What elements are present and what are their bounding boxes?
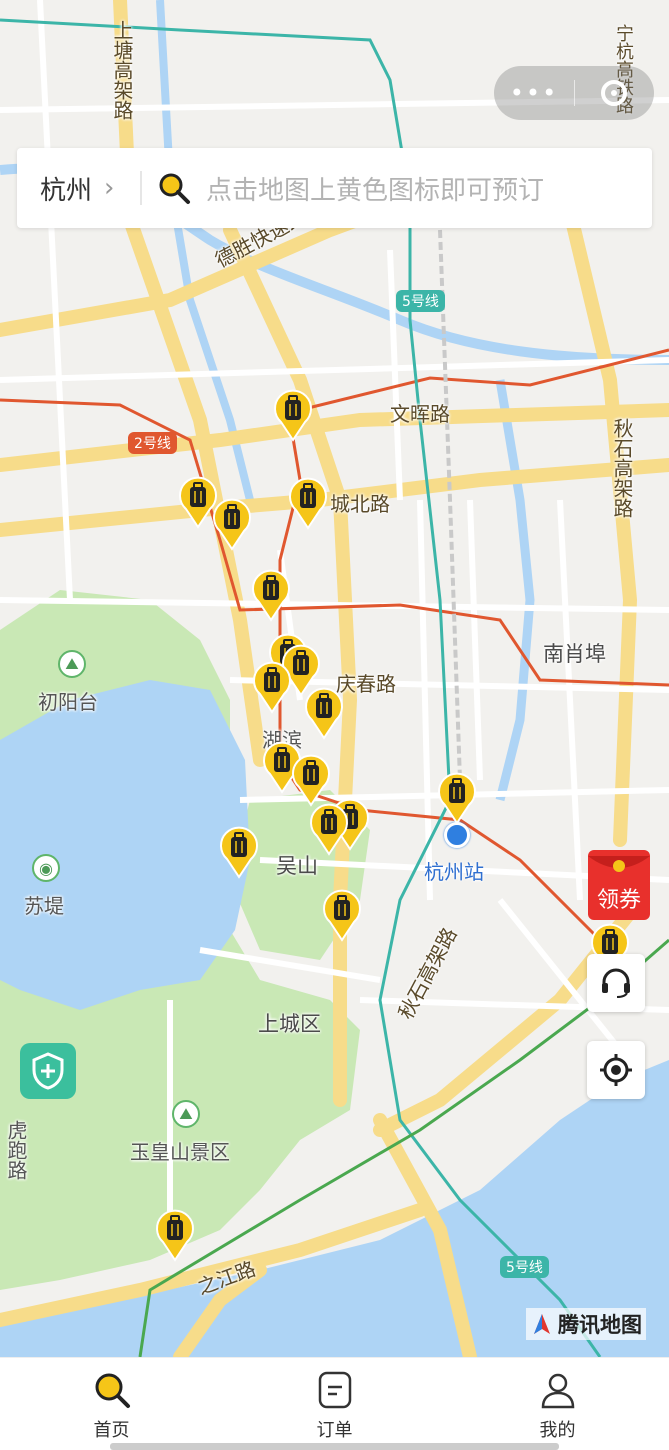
user-icon [538,1370,578,1410]
locate-button[interactable] [587,1041,645,1099]
scenic-spot-icon: ⛰ [58,650,86,678]
capsule-divider [574,80,575,106]
bottom-tab-bar: 首页 订单 我的 [0,1357,669,1450]
place-label: 玉皇山景区 [130,1140,230,1164]
safety-shield-button[interactable] [20,1043,76,1099]
home-indicator [110,1443,559,1450]
luggage-pin-icon[interactable] [309,802,349,856]
compass-logo-icon [534,1314,550,1334]
luggage-pin-icon[interactable] [273,388,313,442]
tab-orders[interactable]: 订单 [223,1358,446,1450]
luggage-pin-icon[interactable] [288,476,328,530]
tab-profile[interactable]: 我的 [446,1358,669,1450]
city-selector[interactable]: 杭州 [40,170,92,207]
road-label: 文晖路 [390,402,450,426]
coupon-label: 领券 [596,888,641,913]
luggage-pin-icon[interactable] [219,825,259,879]
search-icon [92,1370,132,1410]
place-label: 杭州站 [424,860,484,884]
road-label: 秋石高架路 [610,418,634,518]
search-placeholder[interactable]: 点击地图上黄色图标即可预订 [206,170,544,207]
luggage-pin-icon[interactable] [251,568,291,622]
metro-line-badge: 5号线 [500,1256,549,1278]
camera-spot-icon: ◉ [32,854,60,882]
order-icon [315,1370,355,1410]
customer-service-button[interactable] [587,954,645,1012]
status-bar [0,0,669,40]
headset-icon [602,968,630,998]
target-close-icon[interactable] [601,80,627,106]
tab-label: 首页 [93,1420,130,1441]
luggage-pin-icon[interactable] [304,686,344,740]
tab-home[interactable]: 首页 [0,1358,223,1450]
search-divider [140,171,143,205]
luggage-pin-icon[interactable] [437,771,477,825]
place-label: 上城区 [258,1012,321,1036]
place-label: 虎跑路 [4,1120,28,1180]
place-label: 初阳台 [38,690,98,714]
locate-icon [600,1054,632,1086]
luggage-pin-icon[interactable] [155,1208,195,1262]
place-label: 苏堤 [24,894,64,918]
tab-label: 我的 [539,1420,576,1441]
road-label: 庆春路 [336,672,396,696]
scenic-spot-icon: ⛰ [172,1100,200,1128]
more-dots-icon[interactable]: ••• [494,79,574,107]
place-label: 南肖埠 [543,642,606,666]
luggage-pin-icon[interactable] [322,888,362,942]
luggage-pin-icon[interactable] [291,753,331,807]
train-station-icon [444,822,470,848]
luggage-pin-icon[interactable] [252,660,292,714]
road-label: 城北路 [330,492,390,516]
search-bar: 杭州 › 点击地图上黄色图标即可预订 [17,148,652,228]
luggage-pin-icon[interactable] [212,497,252,551]
shield-plus-icon [32,1052,64,1090]
search-icon [156,170,192,206]
mini-program-capsule: ••• [494,66,654,120]
metro-line-badge: 2号线 [128,432,177,454]
coupon-button[interactable]: 领券 [586,846,652,922]
chevron-right-icon[interactable]: › [104,173,134,203]
metro-line-badge: 5号线 [396,290,445,312]
attribution-text: 腾讯地图 [558,1313,642,1337]
map-attribution[interactable]: 腾讯地图 [526,1308,646,1340]
tab-label: 订单 [316,1420,353,1441]
